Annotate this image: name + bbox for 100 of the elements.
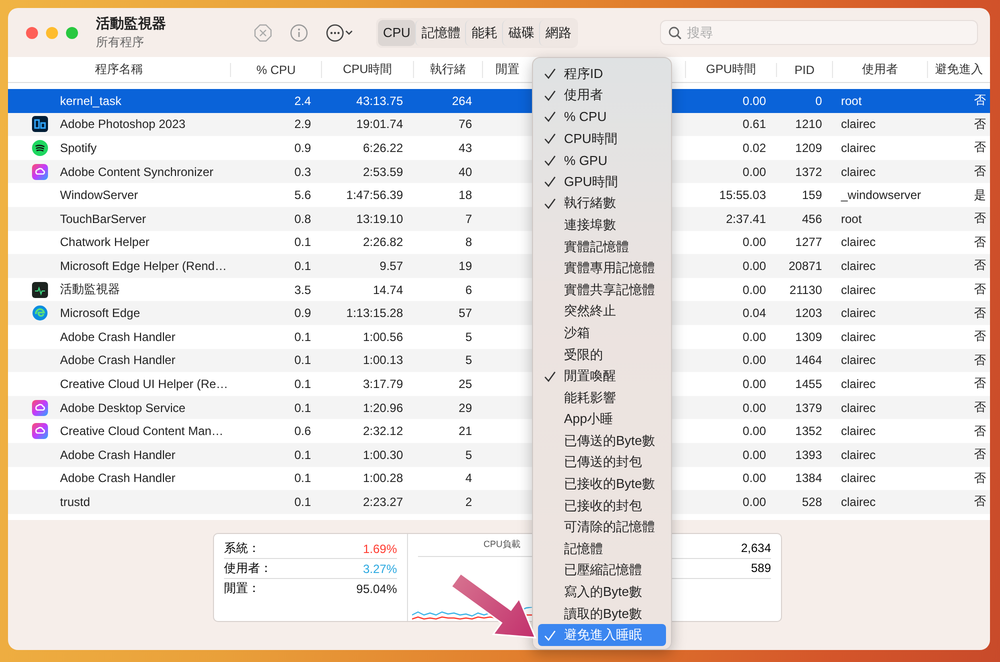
table-cell: 1:47:56.39	[346, 188, 403, 202]
menu-item[interactable]: 讀取的Byte數	[538, 602, 666, 624]
tab[interactable]: 能耗	[465, 20, 502, 46]
process-name[interactable]: Adobe Desktop Service	[60, 400, 186, 415]
process-name[interactable]: Adobe Photoshop 2023	[60, 117, 186, 132]
table-cell: clairec	[841, 494, 876, 509]
table-cell: 2:53.59	[362, 164, 403, 179]
menu-item[interactable]: 受限的	[538, 344, 666, 366]
process-name[interactable]: Microsoft Edge Helper (Rend…	[60, 258, 227, 273]
menu-item[interactable]: App小睡	[538, 408, 666, 430]
table-cell: 43:13.75	[356, 94, 403, 108]
menu-item[interactable]: 閒置喚醒	[538, 365, 666, 387]
menu-item[interactable]: 已接收的Byte數	[538, 473, 666, 495]
table-cell: 528	[802, 494, 822, 509]
stop-process-icon[interactable]	[254, 24, 272, 42]
menu-item[interactable]: 已壓縮記憶體	[538, 560, 666, 582]
menu-item[interactable]: 連接埠數	[538, 214, 666, 236]
more-icon[interactable]	[326, 24, 354, 42]
table-cell: 1372	[795, 164, 822, 179]
menu-item[interactable]: 突然終止	[538, 300, 666, 322]
menu-item[interactable]: 能耗影響	[538, 386, 666, 408]
info-icon[interactable]	[290, 24, 308, 42]
zoom-button[interactable]	[66, 26, 78, 38]
table-cell: 1464	[795, 353, 822, 368]
process-name[interactable]: Spotify	[60, 140, 97, 155]
menu-item[interactable]: 寫入的Byte數	[538, 581, 666, 603]
process-name[interactable]: 活動監視器	[60, 281, 120, 298]
table-cell: clairec	[841, 471, 876, 486]
table-cell: 20871	[788, 258, 822, 273]
table-cell: clairec	[841, 400, 876, 415]
table-cell: 否	[974, 376, 986, 390]
menu-item[interactable]: 沙箱	[538, 322, 666, 344]
stat-value: 1.69%	[362, 542, 397, 556]
table-cell: 1:00.28	[362, 471, 403, 486]
table-cell: 0.00	[742, 494, 766, 509]
menu-item[interactable]: CPU時間	[538, 128, 666, 150]
table-cell: 6	[465, 282, 472, 297]
menu-item[interactable]: 已接收的封包	[538, 494, 666, 516]
minimize-button[interactable]	[46, 26, 58, 38]
table-cell: 0.04	[742, 306, 766, 320]
table-cell: 1:00.56	[362, 330, 403, 344]
process-name[interactable]: Adobe Crash Handler	[60, 471, 176, 486]
column-header[interactable]: 使用者	[832, 61, 927, 78]
process-name[interactable]: Chatwork Helper	[60, 235, 150, 250]
process-name[interactable]: Adobe Crash Handler	[60, 330, 176, 344]
process-name[interactable]: WindowServer	[60, 188, 138, 202]
menu-item[interactable]: 可清除的記憶體	[538, 516, 666, 538]
column-header[interactable]: % CPU	[230, 62, 321, 76]
tab[interactable]: 網路	[539, 20, 576, 46]
app-icon	[32, 140, 48, 156]
table-cell: 否	[974, 234, 986, 249]
process-name[interactable]: TouchBarServer	[60, 212, 146, 226]
menu-item[interactable]: % CPU	[538, 106, 666, 128]
table-cell: 0.8	[294, 212, 311, 226]
column-header[interactable]: PID	[776, 62, 832, 76]
menu-item[interactable]: 記憶體	[538, 538, 666, 560]
column-header[interactable]: CPU時間	[321, 61, 413, 78]
table-cell: 否	[974, 329, 986, 344]
search-field[interactable]: 搜尋	[660, 20, 978, 45]
process-name[interactable]: Creative Cloud Content Man…	[60, 424, 224, 438]
menu-item[interactable]: 實體專用記憶體	[538, 257, 666, 279]
menu-item[interactable]: 實體記憶體	[538, 236, 666, 258]
table-cell: 14.74	[372, 282, 403, 297]
table-cell: 0.00	[742, 448, 766, 462]
table-cell: 8	[465, 235, 472, 250]
column-header[interactable]: GPU時間	[685, 61, 776, 78]
tab[interactable]: 磁碟	[502, 20, 540, 46]
menu-item[interactable]: % GPU	[538, 149, 666, 171]
menu-item[interactable]: 使用者	[538, 84, 666, 106]
table-cell: 0.1	[294, 330, 311, 344]
column-header[interactable]: 程序名稱	[8, 61, 230, 78]
menu-item[interactable]: 已傳送的封包	[538, 452, 666, 474]
process-name[interactable]: Adobe Content Synchronizer	[60, 164, 214, 179]
table-cell: 0.00	[742, 376, 766, 391]
process-name[interactable]: Creative Cloud UI Helper (Re…	[60, 376, 228, 391]
menu-item[interactable]: 程序ID	[538, 63, 666, 85]
menu-item[interactable]: 已傳送的Byte數	[538, 430, 666, 452]
table-cell: 5	[465, 330, 472, 344]
column-header[interactable]: 避免進入	[927, 61, 990, 78]
process-name[interactable]: Adobe Crash Handler	[60, 353, 176, 368]
table-cell: 否	[974, 164, 986, 178]
process-name[interactable]: Adobe Crash Handler	[60, 448, 176, 462]
process-name[interactable]: trustd	[60, 494, 90, 509]
table-cell: 2.9	[294, 117, 311, 132]
menu-item[interactable]: 執行緒數	[538, 192, 666, 214]
menu-item[interactable]: 避免進入睡眠	[538, 624, 666, 646]
process-name[interactable]: Microsoft Edge	[60, 306, 140, 320]
column-header[interactable]: 執行緒	[413, 61, 482, 78]
table-cell: 0.00	[742, 235, 766, 250]
menu-item[interactable]: 實體共享記憶體	[538, 278, 666, 301]
app-icon	[32, 400, 48, 416]
stat-value: 3.27%	[362, 562, 397, 576]
table-cell: 否	[974, 424, 986, 438]
tab[interactable]: 記憶體	[415, 20, 466, 46]
tab[interactable]: CPU	[378, 20, 416, 46]
table-cell: 264	[452, 94, 472, 108]
menu-item[interactable]: GPU時間	[538, 170, 666, 193]
close-button[interactable]	[26, 26, 38, 38]
table-cell: 76	[458, 117, 472, 132]
process-name[interactable]: kernel_task	[60, 94, 122, 108]
